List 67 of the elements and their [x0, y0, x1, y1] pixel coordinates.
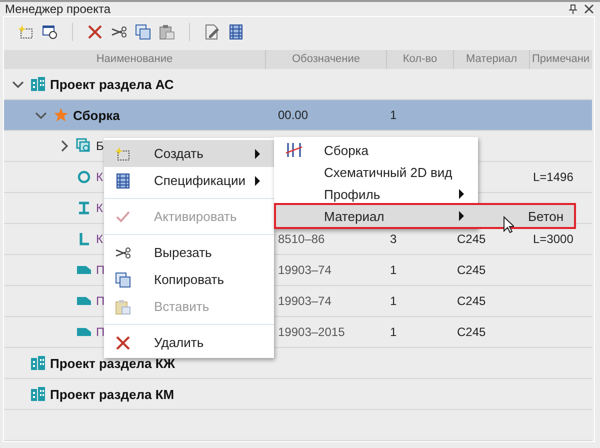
designation-cell: 8510–86: [278, 232, 325, 246]
menu-item[interactable]: Бетон: [478, 205, 574, 227]
menu-item[interactable]: Профиль: [274, 183, 478, 205]
item-name: К: [96, 201, 103, 215]
clipboard-icon: [159, 24, 175, 40]
building-icon: [30, 355, 46, 371]
item-name: Сборка: [73, 108, 120, 122]
checkmark-icon: [115, 208, 131, 224]
copy-icon: [135, 24, 151, 40]
close-icon: [584, 4, 594, 14]
menu-item[interactable]: Создать: [104, 140, 274, 167]
star-icon: [53, 107, 69, 123]
item-name: П: [96, 294, 105, 308]
close-button[interactable]: [584, 4, 594, 14]
building-icon: [30, 386, 46, 402]
paste-button[interactable]: [157, 22, 177, 42]
quantity-cell: 3: [390, 232, 397, 246]
pin-icon: [568, 4, 578, 14]
delete-icon: [115, 334, 131, 350]
table-icon: [115, 172, 131, 188]
stacked-parts-icon: [76, 138, 92, 154]
designation-cell: 19903–74: [278, 263, 332, 277]
designation-cell: 19903–74: [278, 294, 332, 308]
quantity-cell: 1: [390, 325, 397, 339]
item-name: П: [96, 263, 105, 277]
designation-cell: 00.00: [278, 108, 308, 122]
clipboard-icon: [115, 298, 131, 314]
document-edit-icon: [204, 24, 220, 40]
item-name: Проект раздела КЖ: [50, 356, 175, 370]
material-cell: С245: [457, 294, 486, 308]
tree-row[interactable]: Сборка 00.00 1: [4, 100, 592, 131]
item-name: Проект раздела КМ: [50, 386, 174, 402]
building-icon: [30, 76, 46, 92]
quantity-cell: 1: [390, 294, 397, 308]
new-item-icon: [115, 146, 131, 162]
menu-item[interactable]: Схематичный 2D вид: [274, 161, 478, 183]
delete-icon: [87, 24, 103, 40]
window-title: Менеджер проекта: [5, 2, 112, 16]
assembly-symbol-icon: [285, 142, 303, 158]
quantity-cell: 1: [390, 263, 397, 277]
item-name: К: [96, 232, 103, 246]
copy-icon: [115, 272, 131, 288]
menu-item[interactable]: Материал: [274, 205, 478, 227]
window-icon: [42, 24, 58, 40]
note-cell: L=3000: [533, 232, 574, 246]
copy-button[interactable]: [133, 22, 153, 42]
table-icon: [228, 24, 244, 40]
item-name: К: [96, 170, 103, 184]
pin-button[interactable]: [568, 4, 578, 14]
menu-item[interactable]: Спецификации: [104, 167, 274, 194]
ring-icon: [76, 169, 92, 185]
material-cell: С245: [457, 325, 486, 339]
new-item-icon: [18, 24, 34, 40]
item-name: Б: [96, 139, 104, 153]
note-cell: L=1496: [533, 170, 574, 184]
tree-row[interactable]: Проект раздела КМ: [4, 379, 592, 410]
i-beam-icon: [76, 200, 92, 216]
material-cell: С245: [457, 232, 486, 246]
scissors-icon: [115, 244, 131, 260]
designation-cell: 19903–2015: [278, 325, 345, 339]
scissors-icon: [111, 24, 127, 40]
mouse-cursor-icon: [503, 216, 514, 233]
material-cell: С245: [457, 263, 486, 277]
item-name: П: [96, 325, 105, 339]
quantity-cell: 1: [390, 108, 397, 122]
menu-item[interactable]: Сборка: [274, 139, 478, 161]
item-name: Проект раздела АС: [50, 76, 174, 92]
